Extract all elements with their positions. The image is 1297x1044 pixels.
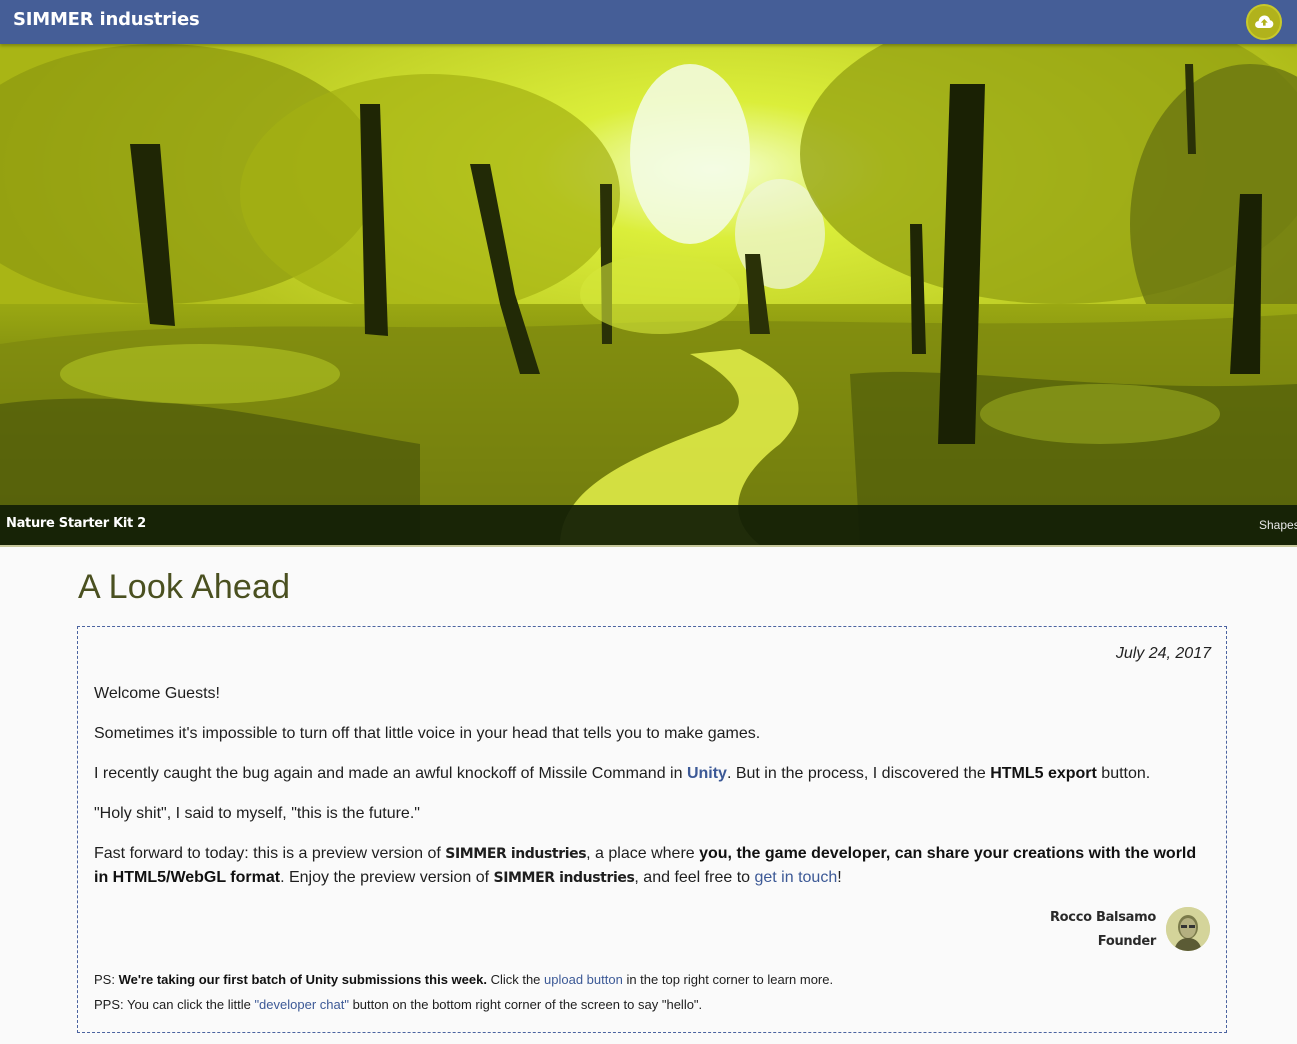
html5-export-bold: HTML5 export (990, 765, 1097, 782)
text-span: . But in the process, I discovered the (726, 765, 991, 782)
ps-note: PS: We're taking our first batch of Unit… (94, 971, 1204, 989)
page-title: A Look Ahead (78, 568, 291, 606)
forest-scene-image (0, 44, 1297, 545)
signature-name: Rocco Balsamo (1049, 910, 1156, 925)
brand-name-inline: SIMMER industries (493, 870, 635, 886)
hero-caption-credit[interactable]: Shapes (1259, 518, 1297, 532)
text-span: in the top right corner to learn more. (622, 972, 834, 987)
hero-banner[interactable]: Nature Starter Kit 2 Shapes (0, 44, 1297, 545)
quote-paragraph: "Holy shit", I said to myself, "this is … (94, 805, 420, 822)
text-span: PS: (94, 972, 119, 987)
post-date: July 24, 2017 (1115, 645, 1211, 662)
founder-photo (1166, 907, 1210, 951)
signature-role: Founder (1097, 934, 1157, 949)
greeting-paragraph: Welcome Guests! (94, 685, 220, 702)
hero-divider (0, 545, 1297, 547)
text-span: , a place where (586, 845, 700, 862)
story-paragraph: I recently caught the bug again and made… (94, 762, 1204, 786)
text-span: , and feel free to (634, 869, 755, 886)
unity-link[interactable]: Unity (687, 765, 727, 782)
upload-button-link[interactable]: upload button (544, 972, 623, 987)
text-span: Click the (486, 972, 545, 987)
brand-logo[interactable]: SIMMER industries (13, 9, 200, 30)
text-span: button on the bottom right corner of the… (348, 997, 703, 1012)
text-span: Fast forward to today: this is a preview… (94, 845, 446, 862)
upload-button[interactable] (1246, 4, 1282, 40)
pps-note: PPS: You can click the little "developer… (94, 996, 1204, 1014)
text-span: . Enjoy the preview version of (280, 869, 494, 886)
intro-paragraph: Sometimes it's impossible to turn off th… (94, 725, 761, 742)
top-bar: SIMMER industries (0, 0, 1297, 44)
hero-caption-bar: Nature Starter Kit 2 Shapes (0, 505, 1297, 545)
preview-paragraph: Fast forward to today: this is a preview… (94, 842, 1204, 890)
founder-avatar (1166, 907, 1210, 951)
text-span: button. (1096, 765, 1151, 782)
text-span: ! (837, 869, 842, 886)
hero-caption-title[interactable]: Nature Starter Kit 2 (6, 516, 146, 531)
post-card: July 24, 2017 Welcome Guests! Sometimes … (77, 626, 1227, 1033)
text-span: I recently caught the bug again and made… (94, 765, 687, 782)
submissions-bold: We're taking our first batch of Unity su… (118, 972, 487, 987)
cloud-upload-icon (1255, 15, 1274, 28)
brand-name-inline: SIMMER industries (445, 846, 587, 862)
get-in-touch-link[interactable]: get in touch (754, 869, 837, 886)
text-span: PPS: You can click the little (94, 997, 255, 1012)
developer-chat-link[interactable]: "developer chat" (254, 997, 349, 1012)
